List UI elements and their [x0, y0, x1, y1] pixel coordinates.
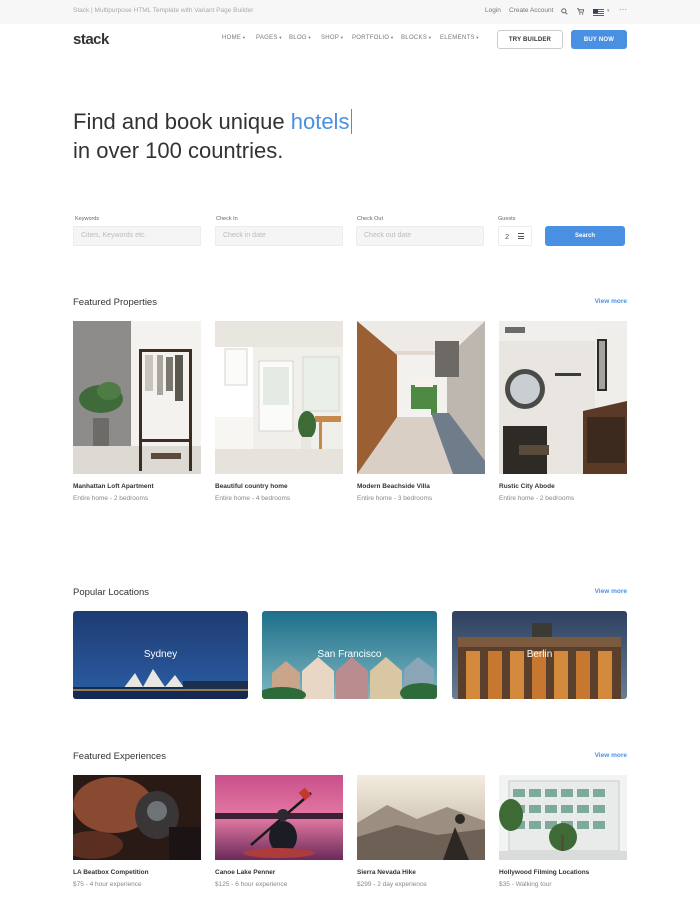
property-subtitle: Entire home - 3 bedrooms: [357, 495, 433, 502]
try-builder-button[interactable]: TRY BUILDER: [497, 30, 563, 49]
search-icon[interactable]: [561, 8, 568, 15]
cart-icon[interactable]: [577, 8, 584, 15]
hero-highlight-word: hotels: [290, 109, 353, 134]
location-card-sydney[interactable]: Sydney: [73, 611, 248, 699]
property-image-country-home[interactable]: [215, 321, 343, 474]
keywords-label: Keywords: [75, 216, 100, 222]
property-subtitle: Entire home - 4 bedrooms: [215, 495, 291, 502]
keywords-input[interactable]: Cities, Keywords etc.: [73, 226, 201, 246]
property-image-manhattan-loft[interactable]: [73, 321, 201, 474]
experience-image-hollywood[interactable]: [499, 775, 627, 860]
guests-label: Guests: [498, 216, 516, 222]
more-icon[interactable]: ···: [619, 5, 627, 14]
experience-subtitle: $299 - 2 day experience: [357, 881, 427, 888]
buy-now-button[interactable]: BUY NOW: [571, 30, 627, 49]
nav-item-shop[interactable]: SHOP: [321, 35, 343, 41]
nav-item-portfolio[interactable]: PORTFOLIO: [352, 35, 393, 41]
check-in-input[interactable]: Check in date: [215, 226, 343, 246]
featured-properties-title: Featured Properties: [73, 297, 157, 308]
menu-icon: [518, 233, 524, 239]
featured-experiences-title: Featured Experiences: [73, 751, 166, 762]
nav-item-blocks[interactable]: BLOCKS: [401, 35, 431, 41]
location-card-berlin[interactable]: Berlin: [452, 611, 627, 699]
property-image-rustic-abode[interactable]: [499, 321, 627, 474]
experience-subtitle: $125 - 6 hour experience: [215, 881, 288, 888]
property-subtitle: Entire home - 2 bedrooms: [73, 495, 149, 502]
experience-image-hike[interactable]: [357, 775, 485, 860]
featured-experiences-view-more[interactable]: View more: [595, 752, 627, 759]
property-title[interactable]: Rustic City Abode: [499, 483, 555, 490]
location-card-san-francisco[interactable]: San Francisco: [262, 611, 437, 699]
template-note: Stack | Multipurpose HTML Template with …: [73, 7, 254, 14]
experience-subtitle: $35 - Walking tour: [499, 881, 552, 888]
guests-select[interactable]: 2: [498, 226, 532, 246]
nav-item-pages[interactable]: PAGES: [256, 35, 282, 41]
us-flag-icon[interactable]: [593, 9, 604, 16]
create-account-link[interactable]: Create Account: [509, 7, 553, 14]
experience-title[interactable]: Hollywood Filming Locations: [499, 869, 589, 876]
experience-title[interactable]: Canoe Lake Penner: [215, 869, 275, 876]
featured-properties-view-more[interactable]: View more: [595, 298, 627, 305]
location-name: Sydney: [143, 649, 178, 660]
nav-item-blog[interactable]: BLOG: [289, 35, 311, 41]
property-subtitle: Entire home - 2 bedrooms: [499, 495, 575, 502]
hero-heading: Find and book unique hotels in over 100 …: [73, 107, 353, 165]
experience-image-beatbox[interactable]: [73, 775, 201, 860]
property-title[interactable]: Modern Beachside Villa: [357, 483, 430, 490]
hero-line2: in over 100 countries.: [73, 138, 284, 163]
check-in-label: Check In: [216, 216, 238, 222]
chevron-down-icon: ▾: [607, 8, 610, 14]
property-image-beachside-villa[interactable]: [357, 321, 485, 474]
experience-title[interactable]: LA Beatbox Competition: [73, 869, 149, 876]
property-title[interactable]: Beautiful country home: [215, 483, 288, 490]
top-bar: Stack | Multipurpose HTML Template with …: [0, 0, 700, 24]
check-out-label: Check Out: [357, 216, 383, 222]
location-name: Berlin: [526, 649, 553, 660]
experience-title[interactable]: Sierra Nevada Hike: [357, 869, 416, 876]
popular-locations-title: Popular Locations: [73, 587, 150, 598]
popular-locations-view-more[interactable]: View more: [595, 588, 627, 595]
login-link[interactable]: Login: [485, 7, 501, 14]
guests-value: 2: [505, 232, 510, 241]
search-button[interactable]: Search: [545, 226, 625, 246]
hero-line1-prefix: Find and book unique: [73, 109, 291, 134]
logo[interactable]: stack: [73, 31, 109, 48]
main-nav: stack HOME PAGES BLOG SHOP PORTFOLIO BLO…: [0, 24, 700, 58]
check-out-input[interactable]: Check out date: [356, 226, 484, 246]
nav-item-home[interactable]: HOME: [222, 35, 245, 41]
location-name: San Francisco: [317, 649, 382, 660]
nav-item-elements[interactable]: ELEMENTS: [440, 35, 479, 41]
experience-subtitle: $75 - 4 hour experience: [73, 881, 142, 888]
property-title[interactable]: Manhattan Loft Apartment: [73, 483, 154, 490]
experience-image-canoe[interactable]: [215, 775, 343, 860]
